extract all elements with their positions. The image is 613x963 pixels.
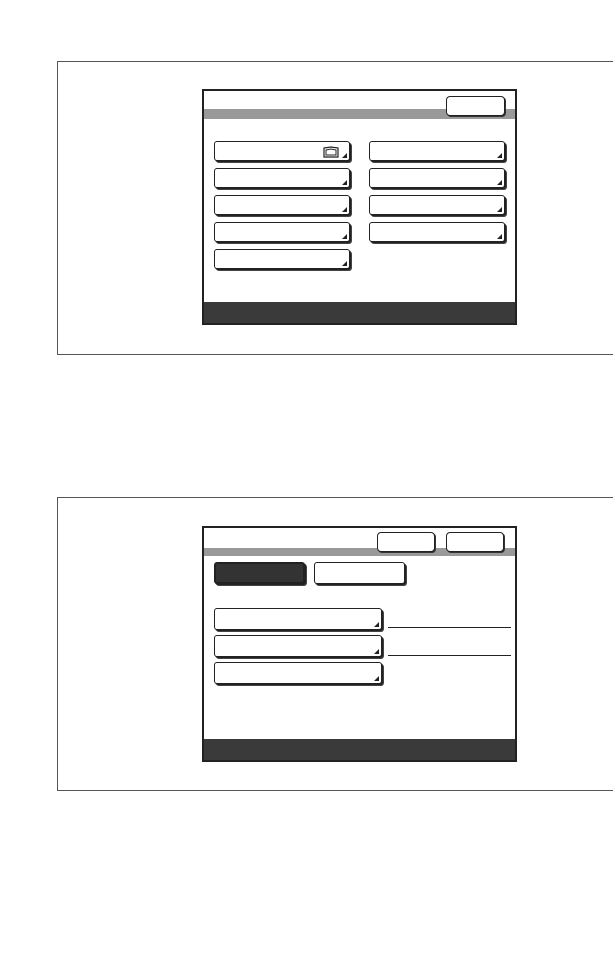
status-bar xyxy=(204,302,515,323)
leader-line-2 xyxy=(388,655,511,656)
left-key-1[interactable] xyxy=(214,141,350,161)
option-key-2[interactable] xyxy=(214,635,382,657)
top-button-1[interactable] xyxy=(377,532,435,552)
top-button-2[interactable] xyxy=(446,532,504,552)
tab-1[interactable] xyxy=(214,562,305,584)
tab-2[interactable] xyxy=(314,562,405,584)
folded-paper-icon xyxy=(323,146,339,158)
option-key-3[interactable] xyxy=(214,662,382,684)
right-key-1[interactable] xyxy=(369,141,505,161)
left-key-2[interactable] xyxy=(214,168,350,188)
right-key-4[interactable] xyxy=(369,222,505,242)
leader-line-1 xyxy=(388,627,511,628)
left-key-3[interactable] xyxy=(214,195,350,215)
right-key-2[interactable] xyxy=(369,168,505,188)
left-key-5[interactable] xyxy=(214,249,350,269)
left-key-4[interactable] xyxy=(214,222,350,242)
screen-2 xyxy=(202,526,517,762)
screen-1 xyxy=(202,89,517,325)
right-key-3[interactable] xyxy=(369,195,505,215)
top-right-button[interactable] xyxy=(446,96,505,116)
status-bar xyxy=(204,739,515,760)
option-key-1[interactable] xyxy=(214,608,382,630)
